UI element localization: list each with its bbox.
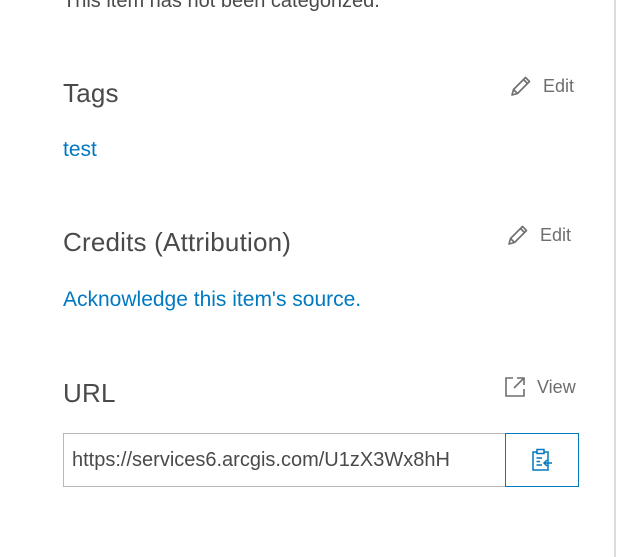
credits-heading: Credits (Attribution) (63, 227, 292, 257)
item-details-panel: This item has not been categorized. Tags… (0, 0, 614, 557)
category-note: This item has not been categorized. (63, 0, 380, 12)
url-view-label: View (537, 376, 576, 397)
panel-divider (614, 0, 616, 557)
copy-url-button[interactable] (505, 433, 579, 487)
url-field-group (63, 433, 579, 487)
url-input[interactable] (63, 433, 505, 487)
tags-heading: Tags (63, 78, 119, 108)
pencil-icon (511, 76, 531, 96)
clipboard-copy-icon (532, 448, 552, 471)
tag-link-test[interactable]: test (63, 138, 97, 162)
credits-edit-button[interactable]: Edit (506, 223, 571, 247)
url-view-button[interactable]: View (503, 375, 576, 399)
tags-edit-label: Edit (543, 75, 575, 96)
pencil-icon (508, 225, 528, 245)
url-heading: URL (63, 378, 116, 408)
tags-edit-button[interactable]: Edit (509, 74, 574, 98)
credits-edit-label: Edit (540, 224, 572, 245)
acknowledge-source-link[interactable]: Acknowledge this item's source. (63, 288, 361, 312)
external-link-icon (505, 377, 525, 397)
